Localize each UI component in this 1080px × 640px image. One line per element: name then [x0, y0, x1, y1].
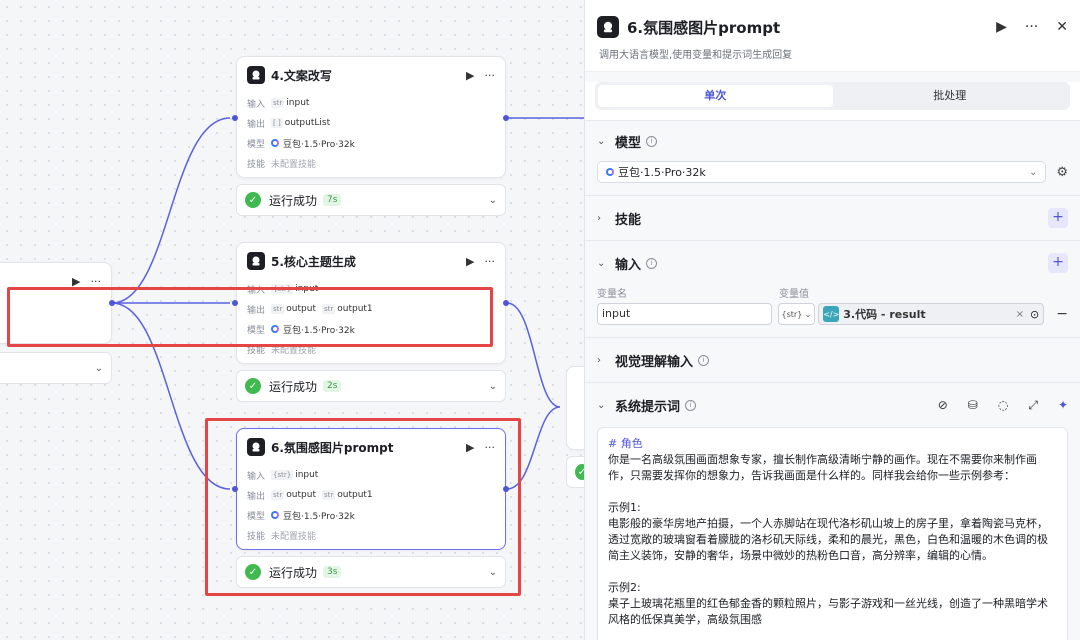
port[interactable]	[232, 115, 238, 121]
gear-icon[interactable]: ⚙	[1056, 165, 1068, 180]
target-icon[interactable]: ⊙	[1030, 308, 1039, 321]
var-reference-field[interactable]: </> 3.代码 - result × ⊙	[818, 303, 1045, 325]
node-input-row: 输入 str input	[247, 98, 310, 110]
check-icon: ✓	[245, 378, 261, 394]
node-config-panel: 6.氛围感图片prompt ▶ ··· ✕ 调用大语言模型,使用变量和提示词生成…	[7, 0, 1080, 640]
info-icon[interactable]: i	[698, 354, 710, 366]
partial-node[interactable]	[566, 366, 584, 450]
input-columns: 变量名 变量值	[597, 289, 809, 300]
chevron-down-icon: ⌄	[1028, 166, 1038, 178]
close-icon[interactable]: ✕	[1056, 19, 1068, 35]
code-icon: </>	[823, 306, 839, 322]
doubao-icon	[606, 168, 614, 176]
node-4[interactable]: 4.文案改写 ▶ ··· 输入 str input 输出 [ ] outputL…	[236, 56, 506, 178]
var-name-input[interactable]: input	[597, 303, 772, 325]
chevron-down-icon[interactable]: ⌄	[597, 136, 615, 147]
llm-icon	[247, 66, 265, 84]
check-icon: ✓	[245, 192, 261, 208]
chevron-down-icon[interactable]: ⌄	[597, 258, 615, 269]
edge-to-node4	[111, 117, 231, 304]
check-icon: ✓	[575, 464, 584, 480]
start-node-status[interactable]: ⌄	[0, 352, 112, 384]
add-skill-button[interactable]: +	[1048, 208, 1068, 228]
info-icon[interactable]: i	[646, 257, 658, 269]
node-5-status[interactable]: ✓ 运行成功 2s ⌄	[236, 370, 506, 402]
info-icon[interactable]: i	[646, 135, 658, 147]
more-icon[interactable]: ···	[485, 69, 496, 82]
chevron-down-icon[interactable]: ⌄	[489, 381, 497, 392]
skills-section: › 技能 +	[585, 196, 1080, 241]
run-icon[interactable]: ▶	[466, 255, 474, 268]
edge-from-node5	[506, 302, 561, 408]
add-input-button[interactable]: +	[1048, 253, 1068, 273]
remove-variable-button[interactable]: −	[1056, 306, 1068, 322]
var-type-select[interactable]: {str} ⌄	[777, 303, 816, 325]
chevron-down-icon[interactable]: ⌄	[597, 400, 615, 411]
llm-icon	[247, 252, 265, 270]
chevron-down-icon[interactable]: ⌄	[95, 363, 103, 374]
port[interactable]	[503, 300, 509, 306]
node-skill-row: 技能 未配置技能	[247, 159, 317, 170]
bulb-icon[interactable]: ◌	[998, 398, 1008, 412]
library-icon[interactable]: ⛁	[968, 398, 978, 412]
more-icon[interactable]: ···	[91, 275, 102, 288]
node-title: 4.文案改写	[271, 68, 332, 83]
chevron-down-icon: ⌄	[804, 309, 812, 319]
more-icon[interactable]: ···	[485, 255, 496, 268]
chevron-right-icon[interactable]: ›	[597, 213, 615, 224]
input-section: ⌄ 输入 i + 变量名 变量值 input {str} ⌄ </> 3.代码 …	[7, 241, 1080, 347]
run-mode-tabs: 单次 批处理	[595, 82, 1070, 110]
doubao-icon	[271, 139, 279, 147]
expand-icon[interactable]: ⤢	[1028, 398, 1038, 413]
sparkle-icon[interactable]: ✦	[1058, 398, 1068, 412]
run-icon[interactable]: ▶	[996, 19, 1007, 35]
panel-description: 调用大语言模型,使用变量和提示词生成回复	[599, 50, 793, 61]
node-title: 5.核心主题生成	[271, 254, 356, 269]
port[interactable]	[503, 115, 509, 121]
more-icon[interactable]: ···	[1025, 19, 1038, 35]
panel-header: 6.氛围感图片prompt ▶ ··· ✕ 调用大语言模型,使用变量和提示词生成…	[585, 0, 1080, 72]
info-icon[interactable]: i	[685, 399, 697, 411]
system-prompt-editor[interactable]: # 角色 你是一名高级氛围画面想象专家，擅长制作高级清晰宁静的画作。现在不需要你…	[597, 427, 1068, 640]
model-select[interactable]: 豆包·1.5·Pro·32k ⌄	[597, 161, 1047, 183]
model-section: ⌄ 模型 i 豆包·1.5·Pro·32k ⌄ ⚙	[585, 121, 1080, 196]
visual-input-section: › 视觉理解输入 i	[585, 338, 1080, 383]
chevron-down-icon[interactable]: ⌄	[489, 195, 497, 206]
tab-batch[interactable]: 批处理	[833, 85, 1068, 107]
system-prompt-section: ⌄ 系统提示词 i ⊘ ⛁ ◌ ⤢ ✦ # 角色 你是一名高级氛围画面想象专家，…	[585, 383, 1080, 640]
compass-icon[interactable]: ⊘	[938, 398, 948, 412]
input-variable-row: input {str} ⌄ </> 3.代码 - result × ⊙ −	[597, 299, 1068, 329]
panel-title: 6.氛围感图片prompt	[627, 18, 781, 37]
tab-single[interactable]: 单次	[598, 85, 833, 107]
chevron-right-icon[interactable]: ›	[597, 355, 615, 366]
node-model-row: 模型 豆包·1.5·Pro·32k	[247, 139, 355, 150]
node-output-row: 输出 [ ] outputList	[247, 118, 331, 130]
run-icon[interactable]: ▶	[466, 69, 474, 82]
node-4-status[interactable]: ✓ 运行成功 7s ⌄	[236, 184, 506, 216]
highlight-box	[205, 418, 521, 596]
llm-icon	[597, 16, 619, 38]
clear-icon[interactable]: ×	[1016, 309, 1024, 320]
run-icon[interactable]: ▶	[72, 275, 80, 288]
partial-node-status[interactable]: ✓	[566, 456, 584, 488]
